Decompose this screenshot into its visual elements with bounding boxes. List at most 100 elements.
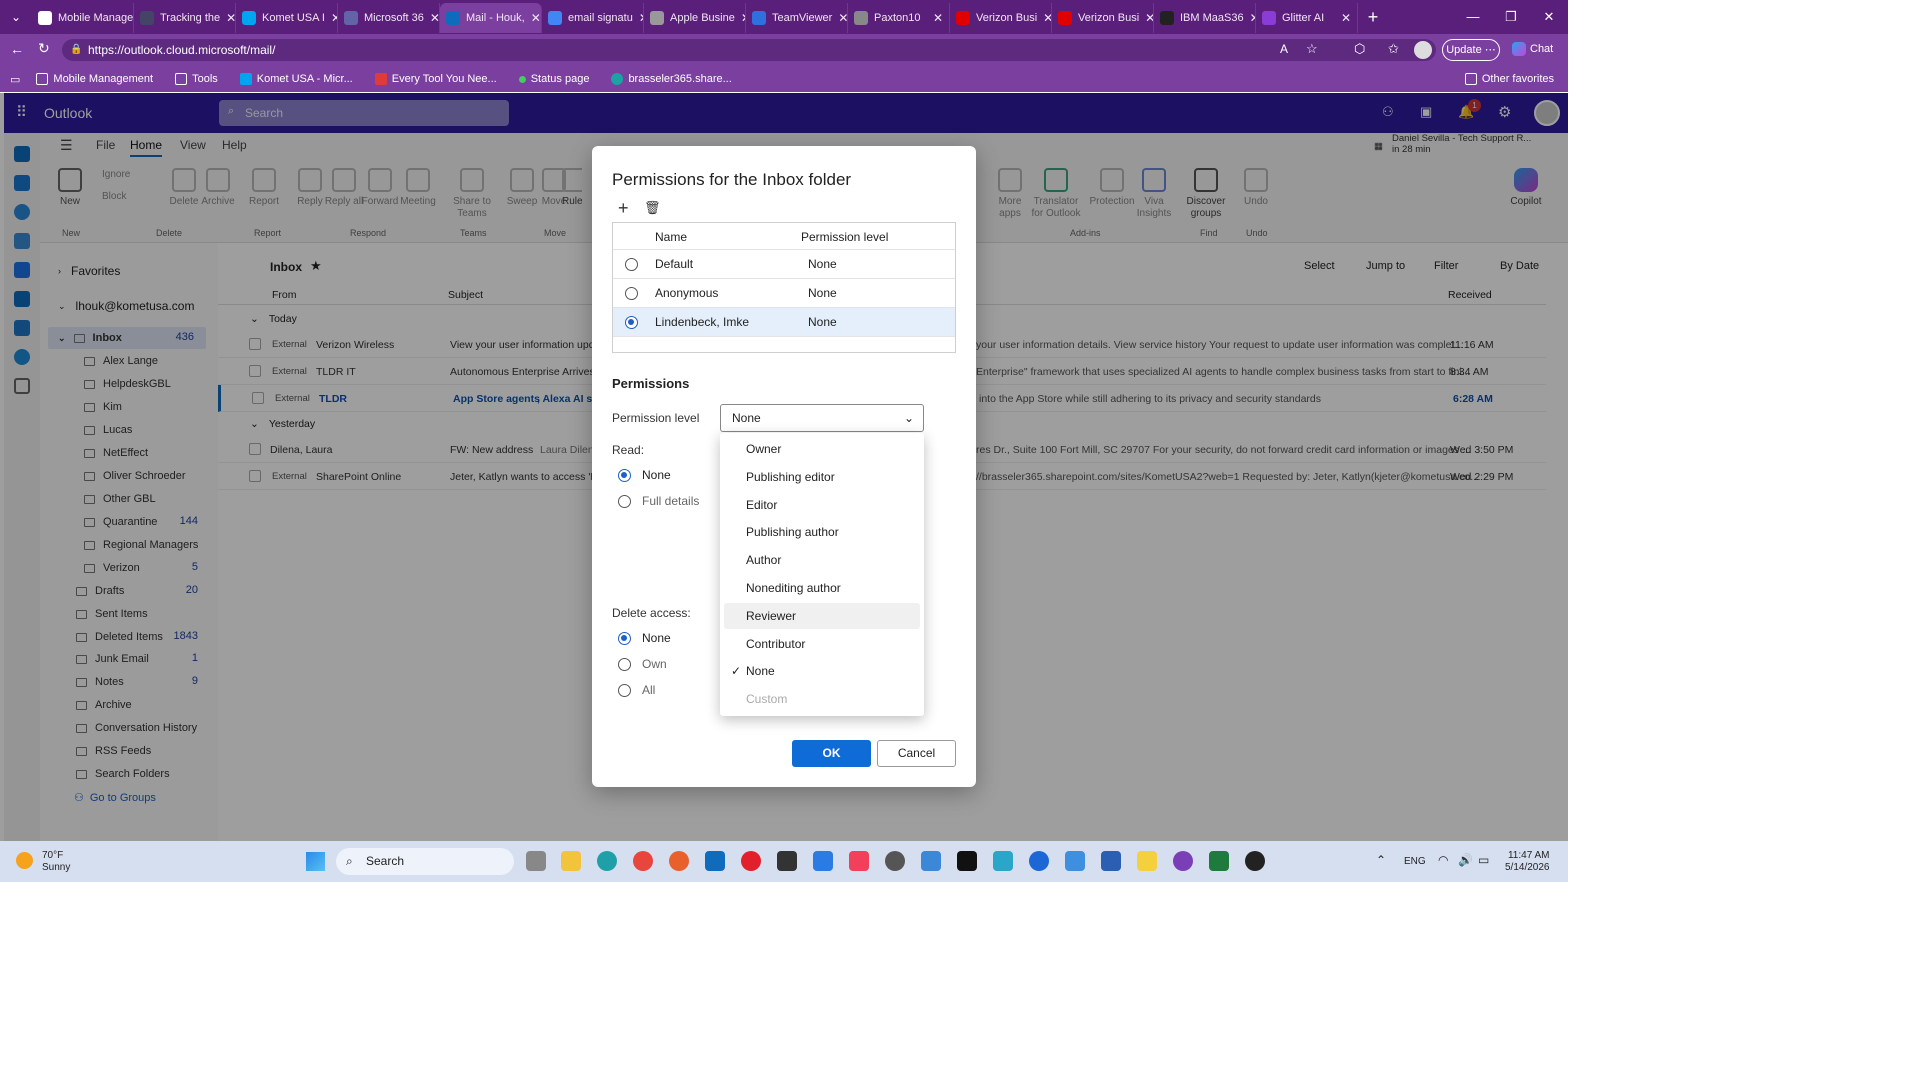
file-explorer-icon[interactable] (561, 851, 581, 871)
back-icon[interactable]: ← (10, 41, 24, 57)
close-tab-icon[interactable]: ✕ (927, 11, 943, 25)
permission-entry-row[interactable]: Anonymous None (613, 279, 955, 308)
read-option[interactable]: None (618, 467, 708, 485)
dropdown-option[interactable]: Reviewer (724, 602, 920, 629)
read-radio[interactable] (618, 495, 631, 508)
permission-level-select[interactable]: None ⌄ (720, 404, 924, 432)
notepad-icon[interactable] (921, 851, 941, 871)
dropdown-option[interactable]: Editor (724, 492, 920, 518)
photos-icon[interactable] (1065, 851, 1085, 871)
profile-avatar[interactable] (1414, 41, 1432, 59)
close-tab-icon[interactable]: ✕ (220, 11, 235, 25)
taskbar-search[interactable]: ⌕ Search (336, 848, 514, 875)
entry-radio[interactable] (625, 287, 638, 300)
browser-tab[interactable]: Mobile Management✕ (32, 3, 134, 33)
battery-icon[interactable]: ▭ (1478, 853, 1489, 867)
start-button[interactable] (306, 852, 325, 871)
delete-radio[interactable] (618, 658, 631, 671)
azure-icon[interactable] (813, 851, 833, 871)
app-orange-icon[interactable] (669, 851, 689, 871)
dropdown-option[interactable]: ✓ None (724, 658, 920, 684)
close-tab-icon[interactable]: ✕ (1037, 11, 1051, 25)
browser-tab[interactable]: email signatu✕ (542, 3, 644, 33)
refresh-icon[interactable]: ↻ (38, 40, 50, 57)
dropdown-option[interactable]: Author (724, 547, 920, 573)
teamviewer-icon[interactable] (1029, 851, 1049, 871)
outlook-icon[interactable] (705, 851, 725, 871)
url-field[interactable]: https://outlook.cloud.microsoft/mail/ (62, 39, 1436, 61)
clock-icon[interactable] (885, 851, 905, 871)
favorite-brasseler365[interactable]: brasseler365.share... (611, 73, 732, 85)
new-tab-button[interactable]: + (1358, 7, 1388, 28)
favorite-every-tool[interactable]: Every Tool You Nee... (374, 73, 497, 85)
browser-tab[interactable]: Glitter AI ✕ (1256, 3, 1358, 33)
close-window-button[interactable]: ✕ (1530, 9, 1568, 25)
favorite-tools[interactable]: Tools (175, 73, 218, 85)
clock[interactable]: 11:47 AM 5/14/2026 (1505, 850, 1550, 874)
browser-tab[interactable]: Microsoft 36 ✕ (338, 3, 440, 33)
favorite-mobile-management[interactable]: Mobile Management (36, 73, 153, 85)
close-tab-icon[interactable]: ✕ (832, 11, 847, 25)
close-tab-icon[interactable]: ✕ (735, 11, 745, 25)
read-option[interactable]: Full details (618, 493, 708, 511)
browser-tab[interactable]: Verizon Busi✕ (950, 3, 1052, 33)
opera-icon[interactable] (741, 851, 761, 871)
read-radio[interactable] (618, 469, 631, 482)
edge-icon[interactable] (597, 851, 617, 871)
dropdown-option[interactable]: Publishing author (724, 519, 920, 545)
music-icon[interactable] (849, 851, 869, 871)
tab-actions-button[interactable]: ⌄ (0, 10, 32, 24)
minimize-button[interactable]: — (1454, 9, 1492, 25)
weather-widget[interactable]: 70°F Sunny (16, 850, 70, 874)
dropdown-option[interactable]: Publishing editor (724, 464, 920, 490)
delete-radio[interactable] (618, 632, 631, 645)
delete-radio[interactable] (618, 684, 631, 697)
close-tab-icon[interactable]: ✕ (633, 11, 643, 25)
favorite-komet-usa[interactable]: Komet USA - Micr... (239, 73, 353, 85)
language-indicator[interactable]: ENG (1404, 856, 1426, 867)
collections-icon[interactable]: ▭ (10, 73, 20, 86)
browser-tab[interactable]: Komet USA I✕ (236, 3, 338, 33)
task-view-icon[interactable] (526, 851, 546, 871)
remote-desktop-icon[interactable] (993, 851, 1013, 871)
close-tab-icon[interactable]: ✕ (525, 11, 541, 25)
favorite-status-page[interactable]: Status page (518, 73, 589, 85)
close-tab-icon[interactable]: ✕ (424, 11, 439, 25)
delete-user-icon[interactable]: 🗑 (644, 200, 661, 216)
delete-option[interactable]: Own (618, 656, 708, 674)
wifi-icon[interactable]: ◠ (1438, 853, 1448, 867)
media-player-icon[interactable] (1245, 851, 1265, 871)
close-tab-icon[interactable]: ✕ (1335, 11, 1351, 25)
browser-tab[interactable]: Tracking the ✕ (134, 3, 236, 33)
add-user-icon[interactable]: + (618, 198, 629, 219)
dropdown-option[interactable]: Nonediting author (724, 575, 920, 601)
permission-entry-row[interactable]: Lindenbeck, Imke None (613, 308, 955, 337)
volume-icon[interactable]: 🔊 (1458, 853, 1473, 867)
excel-icon[interactable] (1209, 851, 1229, 871)
delete-option[interactable]: None (618, 630, 708, 648)
word-icon[interactable] (1101, 851, 1121, 871)
entry-radio[interactable] (625, 258, 638, 271)
tray-chevron-icon[interactable]: ⌃ (1376, 853, 1386, 867)
cancel-button[interactable]: Cancel (877, 740, 956, 767)
extensions-icon[interactable]: ⬡ (1354, 41, 1365, 57)
entry-radio[interactable] (625, 316, 638, 329)
close-tab-icon[interactable]: ✕ (325, 11, 337, 25)
dropdown-option[interactable]: Contributor (724, 631, 920, 657)
browser-tab[interactable]: TeamViewer ✕ (746, 3, 848, 33)
notion-icon[interactable] (957, 851, 977, 871)
chrome-icon[interactable] (633, 851, 653, 871)
maximize-button[interactable]: ❐ (1492, 9, 1530, 25)
update-button[interactable]: Update ⋯ (1442, 39, 1500, 61)
favorites-icon[interactable]: ✩ (1388, 41, 1399, 57)
browser-tab[interactable]: IBM MaaS36✕ (1154, 3, 1256, 33)
ok-button[interactable]: OK (792, 740, 871, 767)
browser-tab[interactable]: Verizon Busi✕ (1052, 3, 1154, 33)
copilot-chat-button[interactable]: Chat (1512, 42, 1553, 56)
browser-tab[interactable]: Mail - Houk, ✕ (440, 3, 542, 33)
permission-entry-row[interactable]: Default None (613, 250, 955, 279)
sticky-notes-icon[interactable] (1137, 851, 1157, 871)
close-tab-icon[interactable]: ✕ (1244, 11, 1255, 25)
other-favorites[interactable]: Other favorites (1464, 73, 1554, 85)
browser-tab[interactable]: Apple Busine✕ (644, 3, 746, 33)
